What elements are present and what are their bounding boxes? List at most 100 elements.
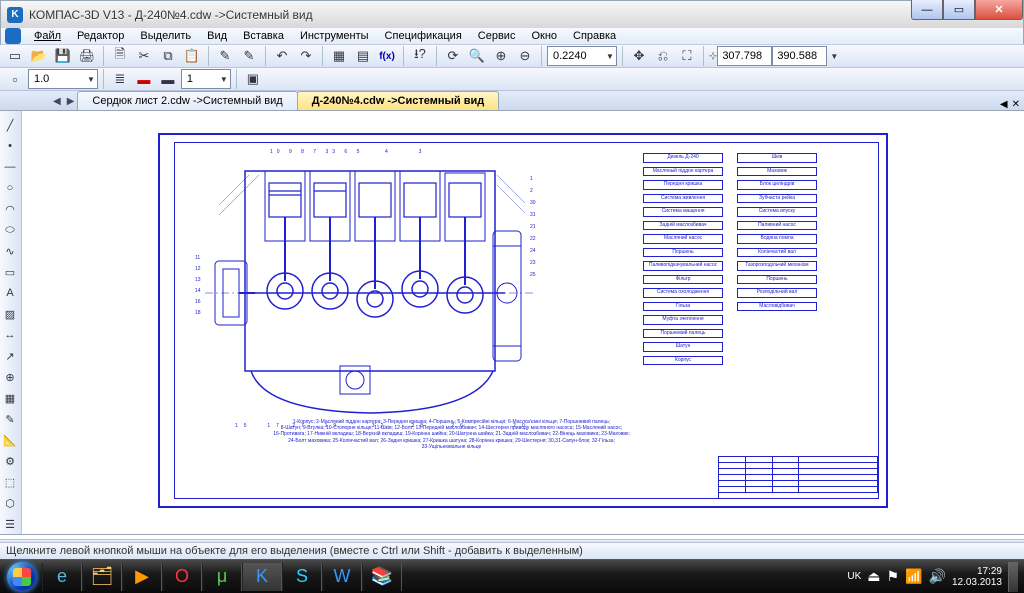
- menu-insert[interactable]: Вставка: [236, 28, 291, 44]
- table-tool[interactable]: ▦: [0, 388, 20, 408]
- scale-combo[interactable]: 1.0▼: [28, 69, 98, 89]
- taskbar-word-icon[interactable]: W: [322, 563, 362, 591]
- axis-tool[interactable]: ⊕: [0, 367, 20, 387]
- standard-toolbar: ▭ 📂 💾 🖨 🗎 ✂ ⧉ 📋 ✎ ✎ ↶ ↷ ▦ ▤ f(x) ⭳? ⟳ 🔍 …: [0, 45, 1024, 68]
- tabs-close[interactable]: ✕: [1012, 99, 1020, 110]
- coord-x-input[interactable]: 307.798: [717, 46, 772, 66]
- undo-button[interactable]: ↶: [271, 45, 293, 67]
- taskbar-opera-icon[interactable]: O: [162, 563, 202, 591]
- redo-button[interactable]: ↷: [295, 45, 317, 67]
- hierarchy-diagram: Дизель Д-240Масляный піддон картераПеред…: [643, 153, 868, 365]
- tabs-scroll-right[interactable]: ▶: [64, 93, 78, 110]
- show-desktop-button[interactable]: [1008, 562, 1018, 592]
- dimension-tool[interactable]: ↔: [0, 325, 20, 345]
- geometry-tool[interactable]: ╱: [0, 115, 20, 135]
- diagram-box: Розподільчий вал: [737, 288, 817, 298]
- new-button[interactable]: ▭: [4, 45, 26, 67]
- point-tool[interactable]: •: [0, 136, 20, 156]
- selection-tool[interactable]: ⬚: [0, 472, 20, 492]
- layer-combo[interactable]: 1▼: [181, 69, 231, 89]
- tabs-nav-prev[interactable]: ◀: [1000, 99, 1008, 110]
- menu-spec[interactable]: Спецификация: [378, 28, 469, 44]
- line-tool[interactable]: —: [0, 157, 20, 177]
- menu-view[interactable]: Вид: [200, 28, 234, 44]
- edit-tool[interactable]: ✎: [0, 409, 20, 429]
- taskbar-kompas-icon[interactable]: K: [242, 563, 282, 591]
- maximize-button[interactable]: ▭: [943, 0, 975, 20]
- zoom-out-button[interactable]: ⊖: [514, 45, 536, 67]
- zoom-fit-button[interactable]: ⛶: [676, 45, 698, 67]
- taskbar-wmp-icon[interactable]: ▶: [122, 563, 162, 591]
- layer-visible-button[interactable]: ▣: [242, 68, 264, 90]
- tab-doc-1[interactable]: Сердюк лист 2.cdw ->Системный вид: [77, 91, 297, 110]
- menu-file[interactable]: Файл: [27, 28, 68, 44]
- properties-button[interactable]: ✎: [214, 45, 236, 67]
- taskbar-winrar-icon[interactable]: 📚: [362, 563, 402, 591]
- diagram-col-2: ШківМаховикБлок циліндрівЗубчаста рейкаС…: [737, 153, 817, 365]
- menu-edit[interactable]: Редактор: [70, 28, 131, 44]
- coord-y-input[interactable]: 390.588: [772, 46, 827, 66]
- paste-button[interactable]: 📋: [181, 45, 203, 67]
- diagram-box: Водяна помпа: [737, 234, 817, 244]
- zoom-combo[interactable]: 0.2240▼: [547, 46, 617, 66]
- menu-tools[interactable]: Инструменты: [293, 28, 376, 44]
- tray-volume-icon[interactable]: 🔊: [929, 568, 946, 585]
- layer-states-button[interactable]: ≣: [109, 68, 131, 90]
- cut-button[interactable]: ✂: [133, 45, 155, 67]
- preview-button[interactable]: 🗎: [109, 45, 131, 67]
- assoc-tool[interactable]: ⬡: [0, 493, 20, 513]
- diagram-box: Система мащення: [643, 207, 723, 217]
- pan-button[interactable]: ✥: [628, 45, 650, 67]
- rect-tool[interactable]: ▭: [0, 262, 20, 282]
- taskbar-explorer-icon[interactable]: 🗂: [82, 563, 122, 591]
- help-cursor-button[interactable]: ⭳?: [409, 45, 431, 67]
- layer-style-button[interactable]: ▬: [157, 68, 179, 90]
- zoom-window-button[interactable]: 🔍: [466, 45, 488, 67]
- copy-button[interactable]: ⧉: [157, 45, 179, 67]
- spline-tool[interactable]: ∿: [0, 241, 20, 261]
- ellipse-tool[interactable]: ⬭: [0, 220, 20, 240]
- layers-button[interactable]: ▤: [352, 45, 374, 67]
- measure-tool[interactable]: 📐: [0, 430, 20, 450]
- grid-button[interactable]: ▦: [328, 45, 350, 67]
- taskbar-skype-icon[interactable]: S: [282, 563, 322, 591]
- menu-help[interactable]: Справка: [566, 28, 623, 44]
- taskbar-utorrent-icon[interactable]: μ: [202, 563, 242, 591]
- diagram-box: Масловідбивач: [737, 302, 817, 312]
- copy-props-button[interactable]: ✎: [238, 45, 260, 67]
- arc-tool[interactable]: ◠: [0, 199, 20, 219]
- layer-color-button[interactable]: ▬: [133, 68, 155, 90]
- hatch-tool[interactable]: ▨: [0, 304, 20, 324]
- diagram-box: Масляний насос: [643, 234, 723, 244]
- refresh-button[interactable]: ⟳: [442, 45, 464, 67]
- start-button[interactable]: [2, 562, 42, 592]
- tab-doc-2[interactable]: Д-240№4.cdw ->Системный вид: [297, 91, 500, 110]
- text-tool[interactable]: A: [0, 283, 20, 303]
- minimize-button[interactable]: —: [911, 0, 943, 20]
- tray-date[interactable]: 12.03.2013: [952, 577, 1002, 588]
- menu-service[interactable]: Сервис: [471, 28, 523, 44]
- spec-tool[interactable]: ☰: [0, 514, 20, 534]
- windows-taskbar: e 🗂 ▶ O μ K S W 📚 UK ⏏ ⚑ 📶 🔊 17:29 12.03…: [0, 559, 1024, 593]
- menu-select[interactable]: Выделить: [133, 28, 198, 44]
- close-button[interactable]: ✕: [975, 0, 1023, 20]
- coord-dd-button[interactable]: ▼: [827, 45, 841, 67]
- taskbar-ie-icon[interactable]: e: [42, 563, 82, 591]
- leader-tool[interactable]: ↗: [0, 346, 20, 366]
- zoom-in-button[interactable]: ⊕: [490, 45, 512, 67]
- zoom-prev-button[interactable]: ⎌: [652, 45, 674, 67]
- view-create-button[interactable]: ▫: [4, 68, 26, 90]
- fx-button[interactable]: f(x): [376, 45, 398, 67]
- tray-flag-icon[interactable]: ⚑: [887, 568, 900, 585]
- save-button[interactable]: 💾: [52, 45, 74, 67]
- tray-safe-remove-icon[interactable]: ⏏: [867, 568, 880, 585]
- parametrize-tool[interactable]: ⚙: [0, 451, 20, 471]
- menu-window[interactable]: Окно: [524, 28, 564, 44]
- tray-network-icon[interactable]: 📶: [905, 568, 922, 585]
- drawing-canvas[interactable]: 10 9 8 7 33 6 5 4 3 111213141618 1230312…: [22, 111, 1024, 534]
- print-button[interactable]: 🖨: [76, 45, 98, 67]
- circle-tool[interactable]: ○: [0, 178, 20, 198]
- open-button[interactable]: 📂: [28, 45, 50, 67]
- tabs-scroll-left[interactable]: ◀: [50, 93, 64, 110]
- language-indicator[interactable]: UK: [847, 571, 861, 582]
